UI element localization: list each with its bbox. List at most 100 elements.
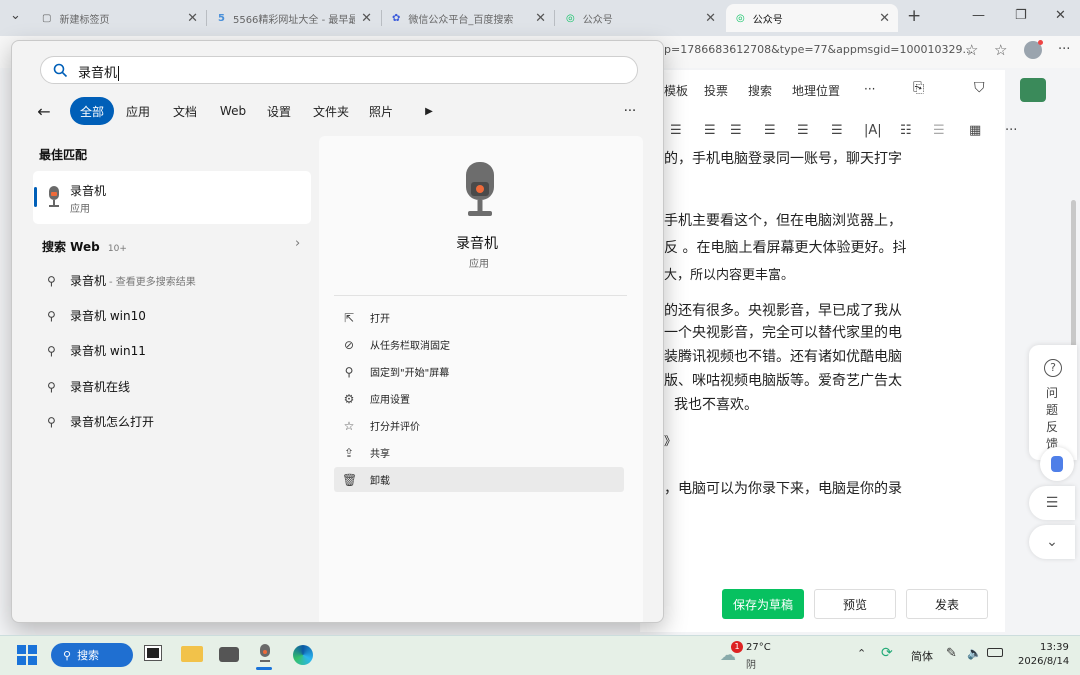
action-uninstall[interactable]: 🗑 卸载 [334, 467, 624, 492]
search-box[interactable]: 录音机 [40, 56, 638, 84]
more-button[interactable]: ··· [864, 82, 875, 96]
window-close-icon[interactable]: ✕ [1055, 8, 1066, 23]
more-icon[interactable]: ··· [1058, 42, 1070, 57]
tab-5566[interactable]: 5 5566精彩网址大全 - 最早最 ✕ [208, 4, 380, 32]
filter-photos[interactable]: 照片 [365, 97, 397, 125]
web-suggestion[interactable]: ⚲ 录音机 win11 [47, 342, 146, 359]
action-open[interactable]: ⇱ 打开 [334, 305, 624, 330]
tab-baidu[interactable]: ✿ 微信公众平台_百度搜索 ✕ [382, 4, 554, 32]
document-icon[interactable]: ⎘ [913, 80, 924, 96]
publish-button[interactable]: 发表 [906, 589, 988, 619]
feedback-panel[interactable]: ? 问题反馈 [1029, 345, 1077, 460]
paragraph-line[interactable]: 反 。在电脑上看屏幕更大体验更好。抖 [664, 235, 906, 262]
paragraph-line[interactable]: 的，手机电脑登录同一账号，聊天打字 [664, 146, 902, 173]
url-field[interactable]: p=1786683612708&type=77&appmsgid=1000103… [664, 43, 973, 56]
tab-list-icon[interactable]: ⌄ [10, 8, 21, 23]
letter-spacing-icon[interactable]: |A| [864, 123, 882, 138]
tab-new[interactable]: ▢ 新建标签页 ✕ [32, 4, 206, 32]
paragraph-line[interactable]: 装腾讯视频也不错。还有诸如优酷电脑 [664, 344, 902, 371]
web-suggestion[interactable]: ⚲ 录音机 - 查看更多搜索结果 [47, 272, 196, 289]
filter-web[interactable]: Web [216, 97, 250, 125]
account-avatar[interactable] [1020, 78, 1046, 102]
clock-date[interactable]: 2026/8/14 [1018, 656, 1069, 667]
paragraph-line[interactable]: 版、咪咕视频电脑版等。爱奇艺广告太 [664, 368, 902, 395]
action-unpin-taskbar[interactable]: ⊘ 从任务栏取消固定 [334, 332, 624, 357]
minimize-icon[interactable]: — [972, 8, 985, 23]
align-justify-icon[interactable]: ☰ [670, 123, 682, 138]
filter-documents[interactable]: 文档 [169, 97, 201, 125]
web-suggestion[interactable]: ⚲ 录音机 win10 [47, 307, 146, 324]
close-icon[interactable]: ✕ [879, 11, 890, 26]
paragraph-line[interactable]: 》 [664, 428, 676, 455]
favorite-star-icon[interactable]: ☆ [965, 41, 978, 59]
paragraph-line[interactable]: 一个央视影音，完全可以替代家里的电 [664, 320, 902, 347]
web-suggestion[interactable]: ⚲ 录音机怎么打开 [47, 413, 154, 430]
location-button[interactable]: 地理位置 [792, 82, 840, 99]
line-height-icon[interactable]: ☰ [764, 123, 776, 138]
file-explorer-icon[interactable] [181, 646, 203, 662]
filter-folders[interactable]: 文件夹 [309, 97, 353, 125]
more-options-icon[interactable]: ··· [618, 97, 642, 125]
template-button[interactable]: 模板 [664, 82, 688, 99]
favorites-icon[interactable]: ☆ [994, 41, 1007, 59]
pen-icon[interactable]: ✎ [946, 646, 957, 661]
action-app-settings[interactable]: ⚙ 应用设置 [334, 386, 624, 411]
outdent-icon[interactable]: ☰ [730, 123, 742, 138]
filter-settings[interactable]: 设置 [263, 97, 295, 125]
clock-time[interactable]: 13:39 [1040, 642, 1069, 653]
tab-official-account-active[interactable]: ◎ 公众号 ✕ [726, 4, 898, 32]
play-more-icon[interactable]: ▶ [419, 97, 439, 125]
indent-icon[interactable]: ☰ [704, 123, 716, 138]
close-icon[interactable]: ✕ [361, 11, 372, 26]
action-rate-review[interactable]: ☆ 打分并评价 [334, 413, 624, 438]
battery-icon[interactable] [987, 648, 1003, 657]
windows-start-icon[interactable] [17, 645, 37, 665]
camera-icon[interactable] [219, 647, 239, 662]
vote-button[interactable]: 投票 [704, 82, 728, 99]
preview-button[interactable]: 预览 [814, 589, 896, 619]
paragraph-line[interactable]: 我也不喜欢。 [674, 392, 758, 419]
list-icon[interactable]: ☷ [900, 123, 912, 138]
web-search-heading[interactable]: 搜索 Web 10+ [42, 238, 127, 255]
restore-icon[interactable]: ❐ [1015, 8, 1027, 23]
back-arrow-icon[interactable]: ← [35, 97, 53, 125]
close-icon[interactable]: ✕ [705, 11, 716, 26]
close-icon[interactable]: ✕ [187, 11, 198, 26]
spacing-icon[interactable]: ☰ [831, 123, 843, 138]
weather-temp[interactable]: 27°C [746, 642, 771, 653]
action-pin-start[interactable]: ⚲ 固定到"开始"屏幕 [334, 359, 624, 384]
format-icon[interactable]: ☰ [933, 123, 945, 138]
shield-icon[interactable]: ⛉ [974, 80, 985, 96]
action-share[interactable]: ⇪ 共享 [334, 440, 624, 465]
tab-title: 5566精彩网址大全 - 最早最 [232, 14, 355, 26]
notes-button[interactable]: ☰ [1029, 486, 1075, 520]
new-tab-icon[interactable]: + [907, 6, 921, 26]
sync-icon[interactable]: ⟳ [881, 645, 893, 661]
paragraph-line[interactable]: 手机主要看这个，但在电脑浏览器上， [664, 208, 902, 235]
assistant-button[interactable] [1040, 447, 1074, 481]
best-match-item[interactable]: 录音机 应用 [33, 171, 311, 224]
search-input[interactable]: 录音机 [78, 62, 120, 81]
paragraph-line[interactable]: 大，所以内容更丰富。 [664, 262, 794, 289]
scroll-down-button[interactable]: ⌄ [1029, 525, 1075, 559]
task-view-icon[interactable] [145, 646, 161, 660]
tab-official-account[interactable]: ◎ 公众号 ✕ [556, 4, 724, 32]
search-button[interactable]: 搜索 [748, 82, 772, 99]
edge-browser-icon[interactable] [293, 645, 313, 665]
speaker-icon[interactable]: 🔈 [967, 646, 982, 660]
chevron-up-icon[interactable]: ⌃ [857, 647, 866, 660]
chevron-right-icon[interactable]: › [295, 236, 300, 251]
more-tools-icon[interactable]: ··· [1005, 123, 1017, 138]
paragraph-spacing-icon[interactable]: ☰ [797, 123, 809, 138]
filter-all[interactable]: 全部 [70, 97, 114, 125]
save-draft-button[interactable]: 保存为草稿 [722, 589, 804, 619]
filter-apps[interactable]: 应用 [122, 97, 154, 125]
taskbar-search-button[interactable]: ⚲ 搜索 [51, 643, 133, 667]
close-icon[interactable]: ✕ [535, 11, 546, 26]
web-suggestion[interactable]: ⚲ 录音机在线 [47, 378, 130, 395]
open-external-icon: ⇱ [343, 310, 355, 325]
voice-recorder-taskbar-icon[interactable] [258, 644, 272, 664]
table-icon[interactable]: ▦ [969, 123, 981, 138]
paragraph-line[interactable]: ，电脑可以为你录下来，电脑是你的录 [664, 476, 902, 503]
ime-indicator[interactable]: 简体 [911, 648, 933, 664]
